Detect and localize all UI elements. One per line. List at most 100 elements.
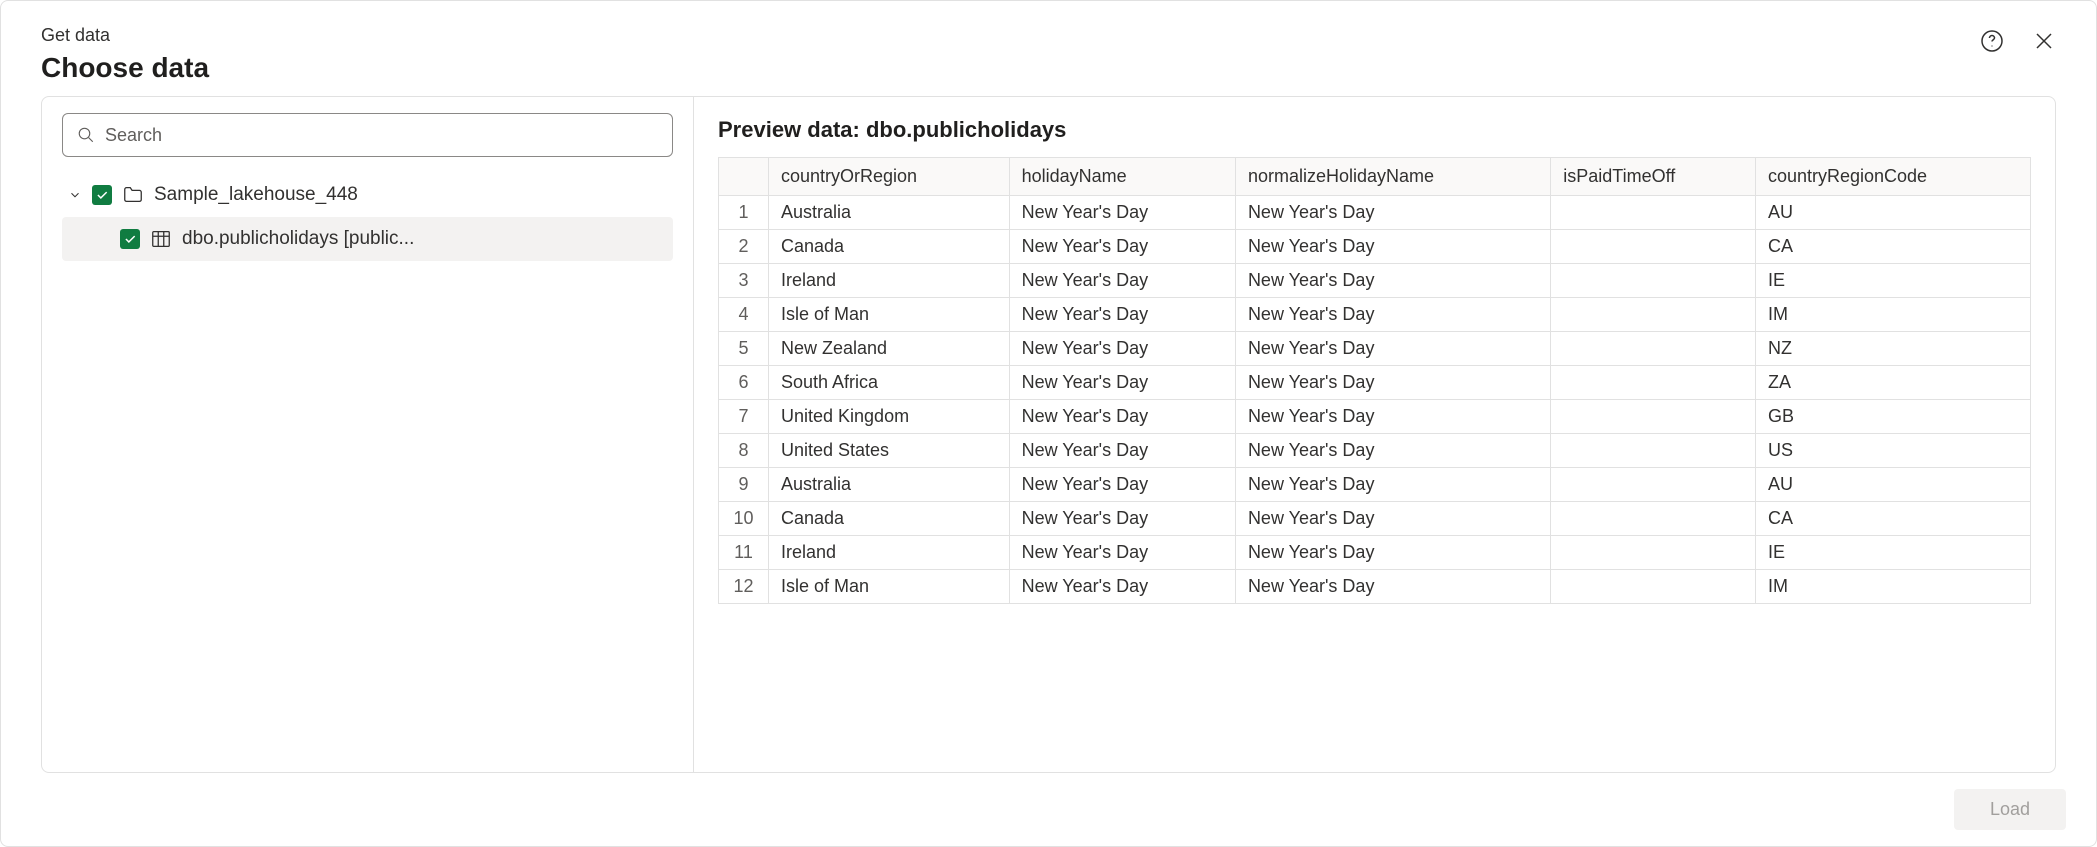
search-box[interactable]	[62, 113, 673, 157]
table-icon	[150, 228, 172, 250]
cell-countryOrRegion: Australia	[769, 468, 1010, 502]
table-row[interactable]: 9AustraliaNew Year's DayNew Year's DayAU	[719, 468, 2031, 502]
cell-holidayName: New Year's Day	[1009, 298, 1235, 332]
col-countryOrRegion[interactable]: countryOrRegion	[769, 158, 1010, 196]
cell-countryRegionCode: AU	[1755, 196, 2030, 230]
col-countryRegionCode[interactable]: countryRegionCode	[1755, 158, 2030, 196]
cell-countryRegionCode: IE	[1755, 264, 2030, 298]
search-input[interactable]	[105, 125, 658, 146]
help-icon[interactable]	[1980, 29, 2004, 53]
cell-rownum: 5	[719, 332, 769, 366]
cell-countryRegionCode: ZA	[1755, 366, 2030, 400]
cell-rownum: 3	[719, 264, 769, 298]
load-button[interactable]: Load	[1954, 789, 2066, 830]
cell-countryRegionCode: CA	[1755, 230, 2030, 264]
preview-pane: Preview data: dbo.publicholidays country…	[694, 97, 2055, 772]
cell-rownum: 10	[719, 502, 769, 536]
cell-normalizeHolidayName: New Year's Day	[1235, 230, 1550, 264]
table-row[interactable]: 2CanadaNew Year's DayNew Year's DayCA	[719, 230, 2031, 264]
table-row[interactable]: 10CanadaNew Year's DayNew Year's DayCA	[719, 502, 2031, 536]
child-checkbox[interactable]	[120, 229, 140, 249]
preview-title: Preview data: dbo.publicholidays	[718, 117, 2031, 143]
cell-normalizeHolidayName: New Year's Day	[1235, 536, 1550, 570]
table-row[interactable]: 7United KingdomNew Year's DayNew Year's …	[719, 400, 2031, 434]
cell-rownum: 11	[719, 536, 769, 570]
cell-normalizeHolidayName: New Year's Day	[1235, 400, 1550, 434]
tree-root-row[interactable]: Sample_lakehouse_448	[62, 173, 673, 217]
col-holidayName[interactable]: holidayName	[1009, 158, 1235, 196]
table-row[interactable]: 11IrelandNew Year's DayNew Year's DayIE	[719, 536, 2031, 570]
cell-countryOrRegion: Ireland	[769, 536, 1010, 570]
cell-countryOrRegion: Ireland	[769, 264, 1010, 298]
preview-table: countryOrRegion holidayName normalizeHol…	[718, 157, 2031, 604]
table-row[interactable]: 5New ZealandNew Year's DayNew Year's Day…	[719, 332, 2031, 366]
table-row[interactable]: 6South AfricaNew Year's DayNew Year's Da…	[719, 366, 2031, 400]
cell-countryOrRegion: Australia	[769, 196, 1010, 230]
cell-rownum: 7	[719, 400, 769, 434]
cell-isPaidTimeOff	[1551, 230, 1756, 264]
cell-normalizeHolidayName: New Year's Day	[1235, 570, 1550, 604]
cell-countryOrRegion: United Kingdom	[769, 400, 1010, 434]
cell-isPaidTimeOff	[1551, 536, 1756, 570]
cell-holidayName: New Year's Day	[1009, 434, 1235, 468]
cell-holidayName: New Year's Day	[1009, 264, 1235, 298]
cell-rownum: 2	[719, 230, 769, 264]
cell-holidayName: New Year's Day	[1009, 502, 1235, 536]
cell-countryRegionCode: AU	[1755, 468, 2030, 502]
cell-rownum: 9	[719, 468, 769, 502]
cell-rownum: 12	[719, 570, 769, 604]
table-row[interactable]: 4Isle of ManNew Year's DayNew Year's Day…	[719, 298, 2031, 332]
cell-normalizeHolidayName: New Year's Day	[1235, 434, 1550, 468]
table-row[interactable]: 3IrelandNew Year's DayNew Year's DayIE	[719, 264, 2031, 298]
table-row[interactable]: 8United StatesNew Year's DayNew Year's D…	[719, 434, 2031, 468]
cell-normalizeHolidayName: New Year's Day	[1235, 264, 1550, 298]
cell-normalizeHolidayName: New Year's Day	[1235, 298, 1550, 332]
cell-holidayName: New Year's Day	[1009, 400, 1235, 434]
dialog-footer: Load	[1, 773, 2096, 846]
cell-isPaidTimeOff	[1551, 298, 1756, 332]
cell-countryRegionCode: IE	[1755, 536, 2030, 570]
tree-child-row[interactable]: dbo.publicholidays [public...	[62, 217, 673, 261]
header-text: Get data Choose data	[41, 25, 209, 84]
cell-countryOrRegion: Canada	[769, 230, 1010, 264]
dialog-body: Sample_lakehouse_448 dbo.publicholidays …	[41, 96, 2056, 773]
table-header-row: countryOrRegion holidayName normalizeHol…	[719, 158, 2031, 196]
col-normalizeHolidayName[interactable]: normalizeHolidayName	[1235, 158, 1550, 196]
cell-isPaidTimeOff	[1551, 468, 1756, 502]
cell-countryRegionCode: CA	[1755, 502, 2030, 536]
cell-normalizeHolidayName: New Year's Day	[1235, 196, 1550, 230]
table-row[interactable]: 1AustraliaNew Year's DayNew Year's DayAU	[719, 196, 2031, 230]
cell-isPaidTimeOff	[1551, 366, 1756, 400]
cell-rownum: 8	[719, 434, 769, 468]
cell-isPaidTimeOff	[1551, 570, 1756, 604]
header-icons	[1980, 29, 2056, 53]
cell-holidayName: New Year's Day	[1009, 366, 1235, 400]
cell-isPaidTimeOff	[1551, 196, 1756, 230]
cell-countryRegionCode: GB	[1755, 400, 2030, 434]
cell-holidayName: New Year's Day	[1009, 468, 1235, 502]
cell-countryRegionCode: IM	[1755, 298, 2030, 332]
page-title: Choose data	[41, 52, 209, 84]
tree-child-label: dbo.publicholidays [public...	[182, 228, 414, 250]
root-checkbox[interactable]	[92, 185, 112, 205]
cell-countryOrRegion: South Africa	[769, 366, 1010, 400]
get-data-dialog: Get data Choose data	[0, 0, 2097, 847]
cell-normalizeHolidayName: New Year's Day	[1235, 366, 1550, 400]
chevron-down-icon[interactable]	[68, 188, 82, 202]
cell-holidayName: New Year's Day	[1009, 196, 1235, 230]
navigator-pane: Sample_lakehouse_448 dbo.publicholidays …	[42, 97, 694, 772]
cell-holidayName: New Year's Day	[1009, 230, 1235, 264]
cell-countryOrRegion: New Zealand	[769, 332, 1010, 366]
folder-icon	[122, 184, 144, 206]
cell-countryOrRegion: Isle of Man	[769, 298, 1010, 332]
cell-countryRegionCode: NZ	[1755, 332, 2030, 366]
cell-normalizeHolidayName: New Year's Day	[1235, 332, 1550, 366]
cell-countryOrRegion: Isle of Man	[769, 570, 1010, 604]
close-icon[interactable]	[2032, 29, 2056, 53]
tree-root-label: Sample_lakehouse_448	[154, 184, 358, 206]
col-isPaidTimeOff[interactable]: isPaidTimeOff	[1551, 158, 1756, 196]
cell-isPaidTimeOff	[1551, 434, 1756, 468]
cell-rownum: 6	[719, 366, 769, 400]
dialog-header: Get data Choose data	[1, 1, 2096, 96]
table-row[interactable]: 12Isle of ManNew Year's DayNew Year's Da…	[719, 570, 2031, 604]
